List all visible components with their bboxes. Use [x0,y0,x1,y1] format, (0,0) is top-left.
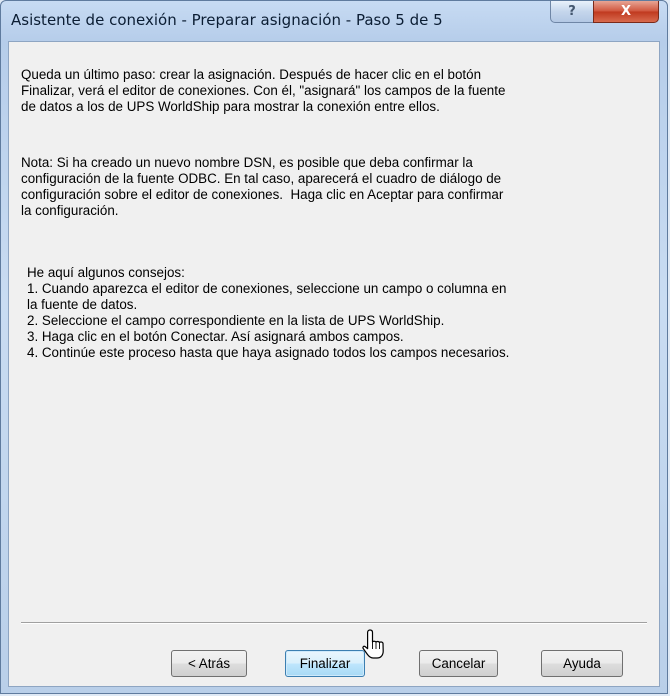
question-icon: ? [568,4,576,19]
intro-paragraph: Queda un último paso: crear la asignació… [21,67,506,114]
title-bar[interactable]: Asistente de conexión - Preparar asignac… [1,1,667,41]
title-help-button[interactable]: ? [550,1,594,23]
window-title: Asistente de conexión - Preparar asignac… [11,11,443,29]
pointer-cursor-icon [362,629,384,659]
finish-button[interactable]: Finalizar [285,650,365,677]
back-button[interactable]: < Atrás [171,650,247,677]
close-icon: X [620,4,632,19]
dialog-window: Asistente de conexión - Preparar asignac… [0,0,668,694]
note-paragraph: Nota: Si ha creado un nuevo nombre DSN, … [21,155,504,218]
dialog-body: Queda un último paso: crear la asignació… [8,41,660,687]
close-button[interactable]: X [593,1,659,23]
cancel-button[interactable]: Cancelar [419,650,498,677]
separator [21,622,647,624]
tips-list: He aquí algunos consejos: 1. Cuando apar… [27,265,510,360]
help-button[interactable]: Ayuda [541,650,623,677]
